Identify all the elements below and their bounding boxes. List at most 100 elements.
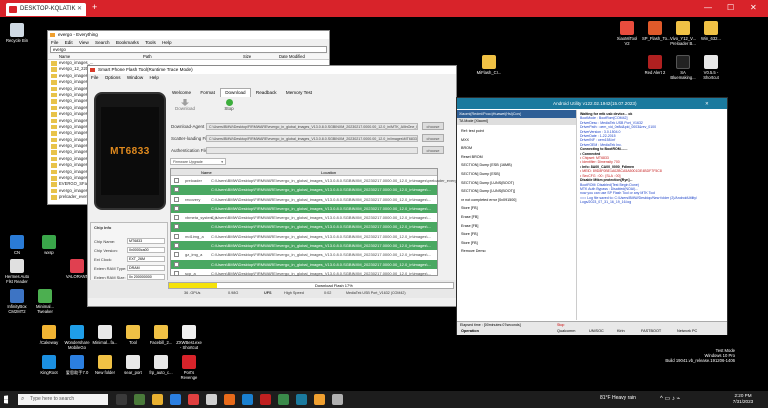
clock[interactable]: 2:20 PM 7/31/2023 — [726, 393, 760, 405]
feature-item[interactable]: Remove Demo — [461, 247, 574, 256]
taskbar-search-input[interactable]: ⌕ Type here to search — [18, 394, 108, 405]
row-checkbox[interactable] — [174, 243, 179, 249]
desktop-icon-recycle-bin[interactable]: Recycle Bin — [4, 23, 30, 43]
menu-help[interactable]: Help — [149, 75, 158, 80]
menu-tools[interactable]: Tools — [145, 40, 156, 45]
task-view-icon[interactable] — [116, 394, 127, 405]
desktop-icon-wondershare[interactable]: Wondershare MobileGo — [64, 325, 90, 350]
desktop-icon-cakeway[interactable]: /Cakeway — [36, 325, 62, 345]
desktop-icon-ports-revenge[interactable]: Port's Revenge — [176, 355, 202, 380]
desktop-icon-minimal-fa[interactable]: Minimal...fa... — [92, 325, 118, 345]
row-checkbox[interactable] — [174, 224, 179, 230]
feature-item[interactable]: Store [FB] — [461, 239, 574, 248]
table-row[interactable]: C:\Users\BMW\Desktop\FIRMWARE\evergo_in_… — [171, 241, 437, 251]
menu-bookmarks[interactable]: Bookmarks — [116, 40, 139, 45]
tab-download[interactable]: Download — [220, 88, 251, 97]
desktop-icon-win-632[interactable]: Win_632... — [698, 21, 724, 41]
row-checkbox[interactable] — [174, 215, 179, 221]
tab-readback[interactable]: Readback — [252, 89, 281, 97]
radio-network-pc[interactable]: Network PC — [677, 329, 697, 333]
stop-link[interactable]: Stop — [557, 323, 564, 327]
feature-item[interactable]: SECTION] Dump [LUNS(BOOT) — [461, 179, 574, 188]
everything-taskbar-icon[interactable] — [314, 394, 325, 405]
taskbar-app-icon[interactable] — [224, 394, 235, 405]
feature-item[interactable]: Store [FB] — [461, 204, 574, 213]
radio-qualcomm[interactable]: Qualcomm — [557, 329, 575, 333]
feature-item[interactable]: BROM — [461, 144, 574, 153]
desktop-icon-infinitybox[interactable]: InfinityBox CM2MT2 — [4, 289, 30, 314]
choose-da-button[interactable]: choose — [422, 122, 444, 130]
tab-ta-mode[interactable]: TA Mode [Xiaomi] — [457, 118, 576, 125]
menu-help[interactable]: Help — [162, 40, 171, 45]
desktop-icon-tool[interactable]: Tool — [120, 325, 146, 345]
desktop-icon-facebill[interactable]: Facebill_2... — [148, 325, 174, 345]
maximize-button[interactable]: ☐ — [727, 3, 734, 12]
stop-button[interactable]: Stop — [218, 99, 240, 111]
table-row[interactable]: C:\Users\BMW\Desktop\FIRMWARE\evergo_in_… — [171, 222, 437, 232]
desktop-icon-aisi[interactable]: 爱思助手7.0 — [64, 355, 90, 375]
desktop-icon-sa[interactable]: SA Bluemaking... — [670, 55, 696, 80]
download-agent-field[interactable]: C:\Users\BMW\Desktop\FIRMWARE\evergo_in_… — [206, 123, 418, 130]
feature-item[interactable]: Erase [FB] — [461, 213, 574, 222]
minimize-button[interactable]: — — [704, 3, 712, 12]
desktop-icon-xiaomitool[interactable]: XiaoMiTool V2 — [614, 21, 640, 46]
menu-window[interactable]: Window — [127, 75, 143, 80]
radio-fastboot[interactable]: FASTBOOT — [641, 329, 661, 333]
chrome-icon[interactable] — [188, 394, 199, 405]
table-row[interactable]: C:\Users\BMW\Desktop\FIRMWARE\evergo_in_… — [171, 203, 437, 214]
feature-item[interactable]: SECTION] Dump [LUNS(BOOT)] — [461, 187, 574, 196]
menu-file[interactable]: File — [91, 75, 98, 80]
desktop-icon-wxsp[interactable]: wxsp — [36, 235, 62, 255]
table-row[interactable]: C:\Users\BMW\Desktop\FIRMWARE\evergo_in_… — [171, 185, 437, 195]
close-icon[interactable]: ✕ — [705, 98, 709, 109]
tab-welcome[interactable]: Welcome — [168, 89, 195, 97]
close-button[interactable]: ✕ — [750, 3, 757, 12]
windows-start-icon[interactable] — [4, 395, 9, 404]
menu-options[interactable]: Options — [105, 75, 121, 80]
row-checkbox[interactable] — [174, 270, 179, 276]
row-checkbox[interactable] — [174, 261, 179, 267]
table-row[interactable]: scp_a C:\Users\BMW\Desktop\FIRMWARE\everg… — [171, 269, 437, 278]
menu-view[interactable]: View — [79, 40, 89, 45]
radio-kirin[interactable]: Kirin — [617, 329, 625, 333]
scatter-file-field[interactable]: C:\Users\BMW\Desktop\FIRMWARE\evergo_in_… — [206, 135, 418, 142]
edge-icon[interactable] — [170, 394, 181, 405]
desktop-icon-v055[interactable]: V0.5.5 - Shortcut — [698, 55, 724, 80]
tray-icons[interactable]: ^ ▭ ♪ ⌁ — [660, 395, 680, 402]
table-row[interactable]: recovery C:\Users\BMW\Desktop\FIRMWARE\ev… — [171, 195, 437, 204]
remote-session-tab[interactable]: DESKTOP-KQLATIK ✕ — [6, 3, 86, 16]
desktop-icon-sp-flash[interactable]: SP_Flash_To... — [642, 21, 670, 41]
row-checkbox[interactable] — [174, 178, 179, 183]
table-row[interactable]: gz_img_a C:\Users\BMW\Desktop\FIRMWARE\ev… — [171, 250, 437, 259]
row-checkbox[interactable] — [174, 187, 179, 193]
feature-item[interactable]: xr not completed error [0x091500] — [461, 196, 574, 205]
flash-tool-taskbar-icon[interactable] — [260, 394, 271, 405]
desktop-icon-cn[interactable]: CN — [4, 235, 30, 255]
everything-search-input[interactable]: evergo — [50, 46, 327, 53]
row-checkbox[interactable] — [174, 252, 179, 258]
desktop-icon-minimal-tweaker[interactable]: Minimal... Tweaker — [32, 289, 58, 314]
taskbar-app-icon[interactable] — [242, 394, 253, 405]
desktop-icon-kingroot[interactable]: KingRoot — [36, 355, 62, 375]
menu-search[interactable]: Search — [95, 40, 110, 45]
feature-item[interactable]: Reset BROM — [461, 153, 574, 162]
taskbar-app-icon[interactable] — [332, 394, 343, 405]
feature-item[interactable]: SECTION] Dump [ESB] — [461, 170, 574, 179]
table-row[interactable]: preloader C:\Users\BMW\Desktop\FIRMWARE\e… — [171, 176, 465, 185]
desktop-icon-vivo-y12[interactable]: Vivo_Y12_V... Preloader B... — [670, 21, 696, 46]
choose-auth-button[interactable]: choose — [422, 146, 444, 154]
table-row[interactable]: md1img_a C:\Users\BMW\Desktop\FIRMWARE\ev… — [171, 232, 437, 241]
feature-item[interactable]: MXX — [461, 136, 574, 145]
tab-memory-test[interactable]: Memory Test — [282, 89, 316, 97]
download-button[interactable]: Download — [174, 99, 196, 111]
feature-item[interactable]: Store [FB] — [461, 230, 574, 239]
feature-item[interactable]: SECTION] Dump [ESB (16MB) — [461, 161, 574, 170]
desktop-icon-frp-auto[interactable]: frp_auto_c... — [148, 355, 174, 375]
auth-file-field[interactable] — [206, 147, 418, 154]
android-utility-taskbar-icon[interactable] — [296, 394, 307, 405]
menu-file[interactable]: File — [51, 40, 58, 45]
table-row[interactable]: vbmeta_system_a C:\Users\BMW\Desktop\FIRM… — [171, 213, 437, 222]
row-checkbox[interactable] — [174, 233, 179, 239]
feature-item[interactable]: Ref: test point — [461, 127, 574, 136]
tab-format[interactable]: Format — [196, 89, 219, 97]
